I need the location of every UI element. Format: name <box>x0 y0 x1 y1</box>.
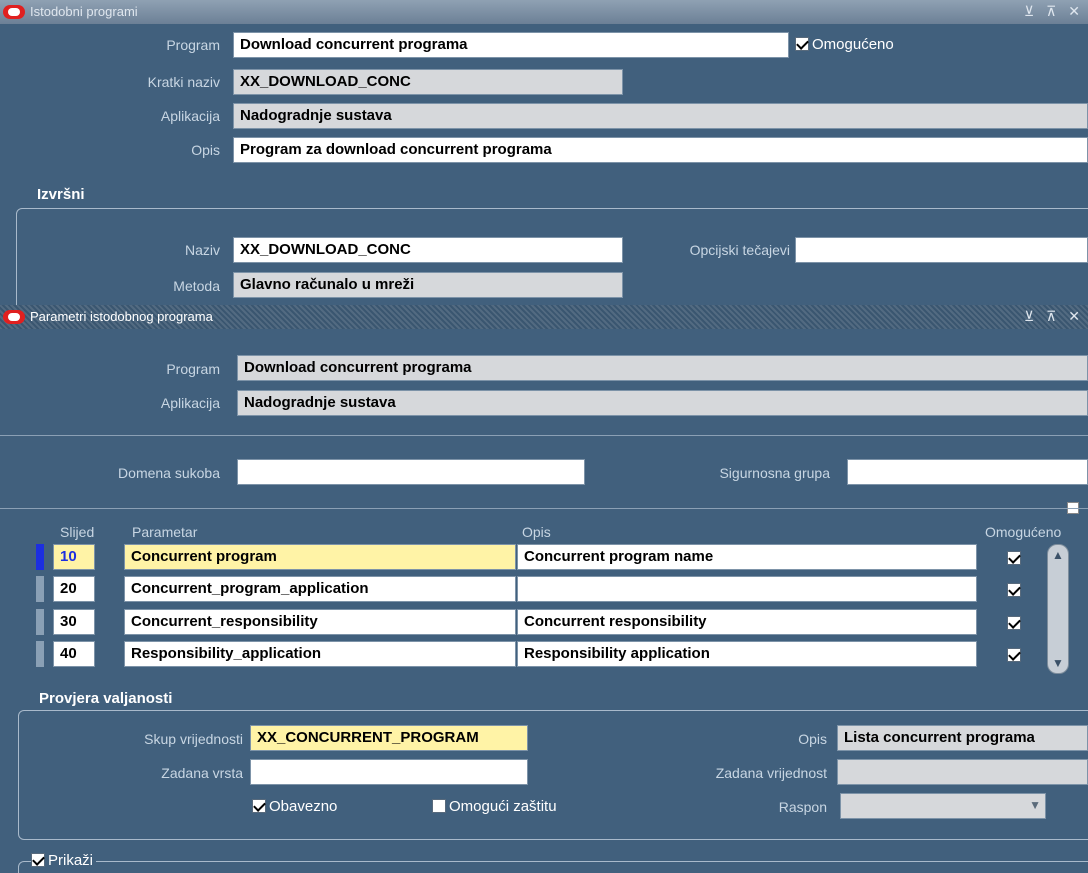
default-type-label: Zadana vrsta <box>161 765 243 781</box>
value-set-field[interactable]: XX_CONCURRENT_PROGRAM <box>250 725 528 751</box>
main-window-titlebar[interactable]: Istodobni programi ⊻ ⊼ ✕ <box>0 0 1088 24</box>
scroll-down-icon[interactable]: ▼ <box>1050 655 1066 671</box>
enable-security-check-icon[interactable] <box>432 799 446 813</box>
description-field[interactable]: Program za download concurrent programa <box>233 137 1088 163</box>
window-controls-icon[interactable]: ⊻ ⊼ ✕ <box>1024 308 1084 325</box>
enabled-check-icon[interactable] <box>795 37 809 51</box>
validation-section-title: Provjera valjanosti <box>36 690 176 707</box>
default-type-field[interactable] <box>250 759 528 785</box>
separator <box>0 508 1088 509</box>
row-selector[interactable] <box>36 576 44 602</box>
params-window-title: Parametri istodobnog programa <box>30 309 213 324</box>
executable-name-field[interactable]: XX_DOWNLOAD_CONC <box>233 237 623 263</box>
short-name-label: Kratki naziv <box>147 74 220 90</box>
row-enabled-checkbox[interactable] <box>1007 551 1021 565</box>
enable-security-label: Omogući zaštitu <box>449 798 557 815</box>
parameter-cell[interactable]: Concurrent_responsibility <box>124 609 516 635</box>
row-selector[interactable] <box>36 544 44 570</box>
params-application-field[interactable]: Nadogradnje sustava <box>237 390 1088 416</box>
seq-cell[interactable]: 20 <box>53 576 95 602</box>
security-group-field[interactable] <box>847 459 1088 485</box>
security-group-label: Sigurnosna grupa <box>719 465 830 481</box>
default-value-field[interactable] <box>837 759 1088 785</box>
program-parameters-window: Parametri istodobnog programa ⊻ ⊼ ✕ Prog… <box>0 305 1088 873</box>
params-program-field[interactable]: Download concurrent programa <box>237 355 1088 381</box>
description-cell[interactable] <box>517 576 977 602</box>
display-label: Prikaži <box>48 852 94 869</box>
program-field[interactable]: Download concurrent programa <box>233 32 789 58</box>
parameter-cell[interactable]: Responsibility_application <box>124 641 516 667</box>
col-header-description: Opis <box>522 524 551 540</box>
description-cell[interactable]: Concurrent program name <box>517 544 977 570</box>
description-label: Opis <box>191 142 220 158</box>
parameter-cell[interactable]: Concurrent_program_application <box>124 576 516 602</box>
seq-cell[interactable]: 40 <box>53 641 95 667</box>
required-label: Obavezno <box>269 798 338 815</box>
range-dropdown[interactable]: ▼ <box>840 793 1046 819</box>
row-enabled-checkbox[interactable] <box>1007 616 1021 630</box>
params-window-titlebar[interactable]: Parametri istodobnog programa ⊻ ⊼ ✕ <box>0 305 1088 329</box>
conflict-domain-field[interactable] <box>237 459 585 485</box>
row-enabled-checkbox[interactable] <box>1007 583 1021 597</box>
default-value-label: Zadana vrijednost <box>715 765 827 781</box>
method-field[interactable]: Glavno računalo u mreži <box>233 272 623 298</box>
display-checkbox[interactable]: Prikaži <box>31 852 97 869</box>
description-cell[interactable]: Concurrent responsibility <box>517 609 977 635</box>
required-checkbox[interactable]: Obavezno <box>252 798 337 815</box>
conflict-domain-label: Domena sukoba <box>118 465 220 481</box>
enabled-label: Omogućeno <box>812 36 894 53</box>
oracle-logo-icon <box>3 5 25 19</box>
seq-cell[interactable]: 30 <box>53 609 95 635</box>
row-selector[interactable] <box>36 609 44 635</box>
row-enabled-checkbox[interactable] <box>1007 648 1021 662</box>
concurrent-programs-window: Istodobni programi ⊻ ⊼ ✕ Program Downloa… <box>0 0 1088 305</box>
separator <box>0 435 1088 436</box>
window-controls-icon[interactable]: ⊻ ⊼ ✕ <box>1024 3 1084 20</box>
application-field[interactable]: Nadogradnje sustava <box>233 103 1088 129</box>
required-check-icon[interactable] <box>252 799 266 813</box>
row-selector[interactable] <box>36 641 44 667</box>
params-application-label: Aplikacija <box>160 395 220 411</box>
table-scrollbar[interactable]: ▲ ▼ <box>1047 544 1069 674</box>
parameter-cell[interactable]: Concurrent program <box>124 544 516 570</box>
application-label: Aplikacija <box>160 108 220 124</box>
program-label: Program <box>166 37 220 53</box>
value-set-label: Skup vrijednosti <box>144 731 243 747</box>
chevron-down-icon[interactable]: ▼ <box>1029 798 1041 812</box>
display-check-icon[interactable] <box>31 853 45 867</box>
executable-name-label: Naziv <box>184 242 220 258</box>
col-header-seq: Slijed <box>60 524 95 540</box>
executable-section-title: Izvršni <box>35 186 87 203</box>
col-header-parameter: Parametar <box>132 524 198 540</box>
col-header-enabled: Omogućeno <box>985 524 1062 540</box>
options-label: Opcijski tečajevi <box>689 242 790 258</box>
params-program-label: Program <box>166 361 220 377</box>
options-field[interactable] <box>795 237 1088 263</box>
enable-security-checkbox[interactable]: Omogući zaštitu <box>432 798 557 815</box>
range-label: Raspon <box>778 799 827 815</box>
method-label: Metoda <box>173 278 220 294</box>
scroll-up-icon[interactable]: ▲ <box>1050 547 1066 563</box>
description-cell[interactable]: Responsibility application <box>517 641 977 667</box>
enabled-checkbox[interactable]: Omogućeno <box>795 36 894 53</box>
validation-description-label: Opis <box>798 731 827 747</box>
main-window-title: Istodobni programi <box>30 4 138 19</box>
oracle-logo-icon <box>3 310 25 324</box>
short-name-field[interactable]: XX_DOWNLOAD_CONC <box>233 69 623 95</box>
seq-cell[interactable]: 10 <box>53 544 95 570</box>
validation-description-field[interactable]: Lista concurrent programa <box>837 725 1088 751</box>
display-section-frame <box>18 861 1088 873</box>
